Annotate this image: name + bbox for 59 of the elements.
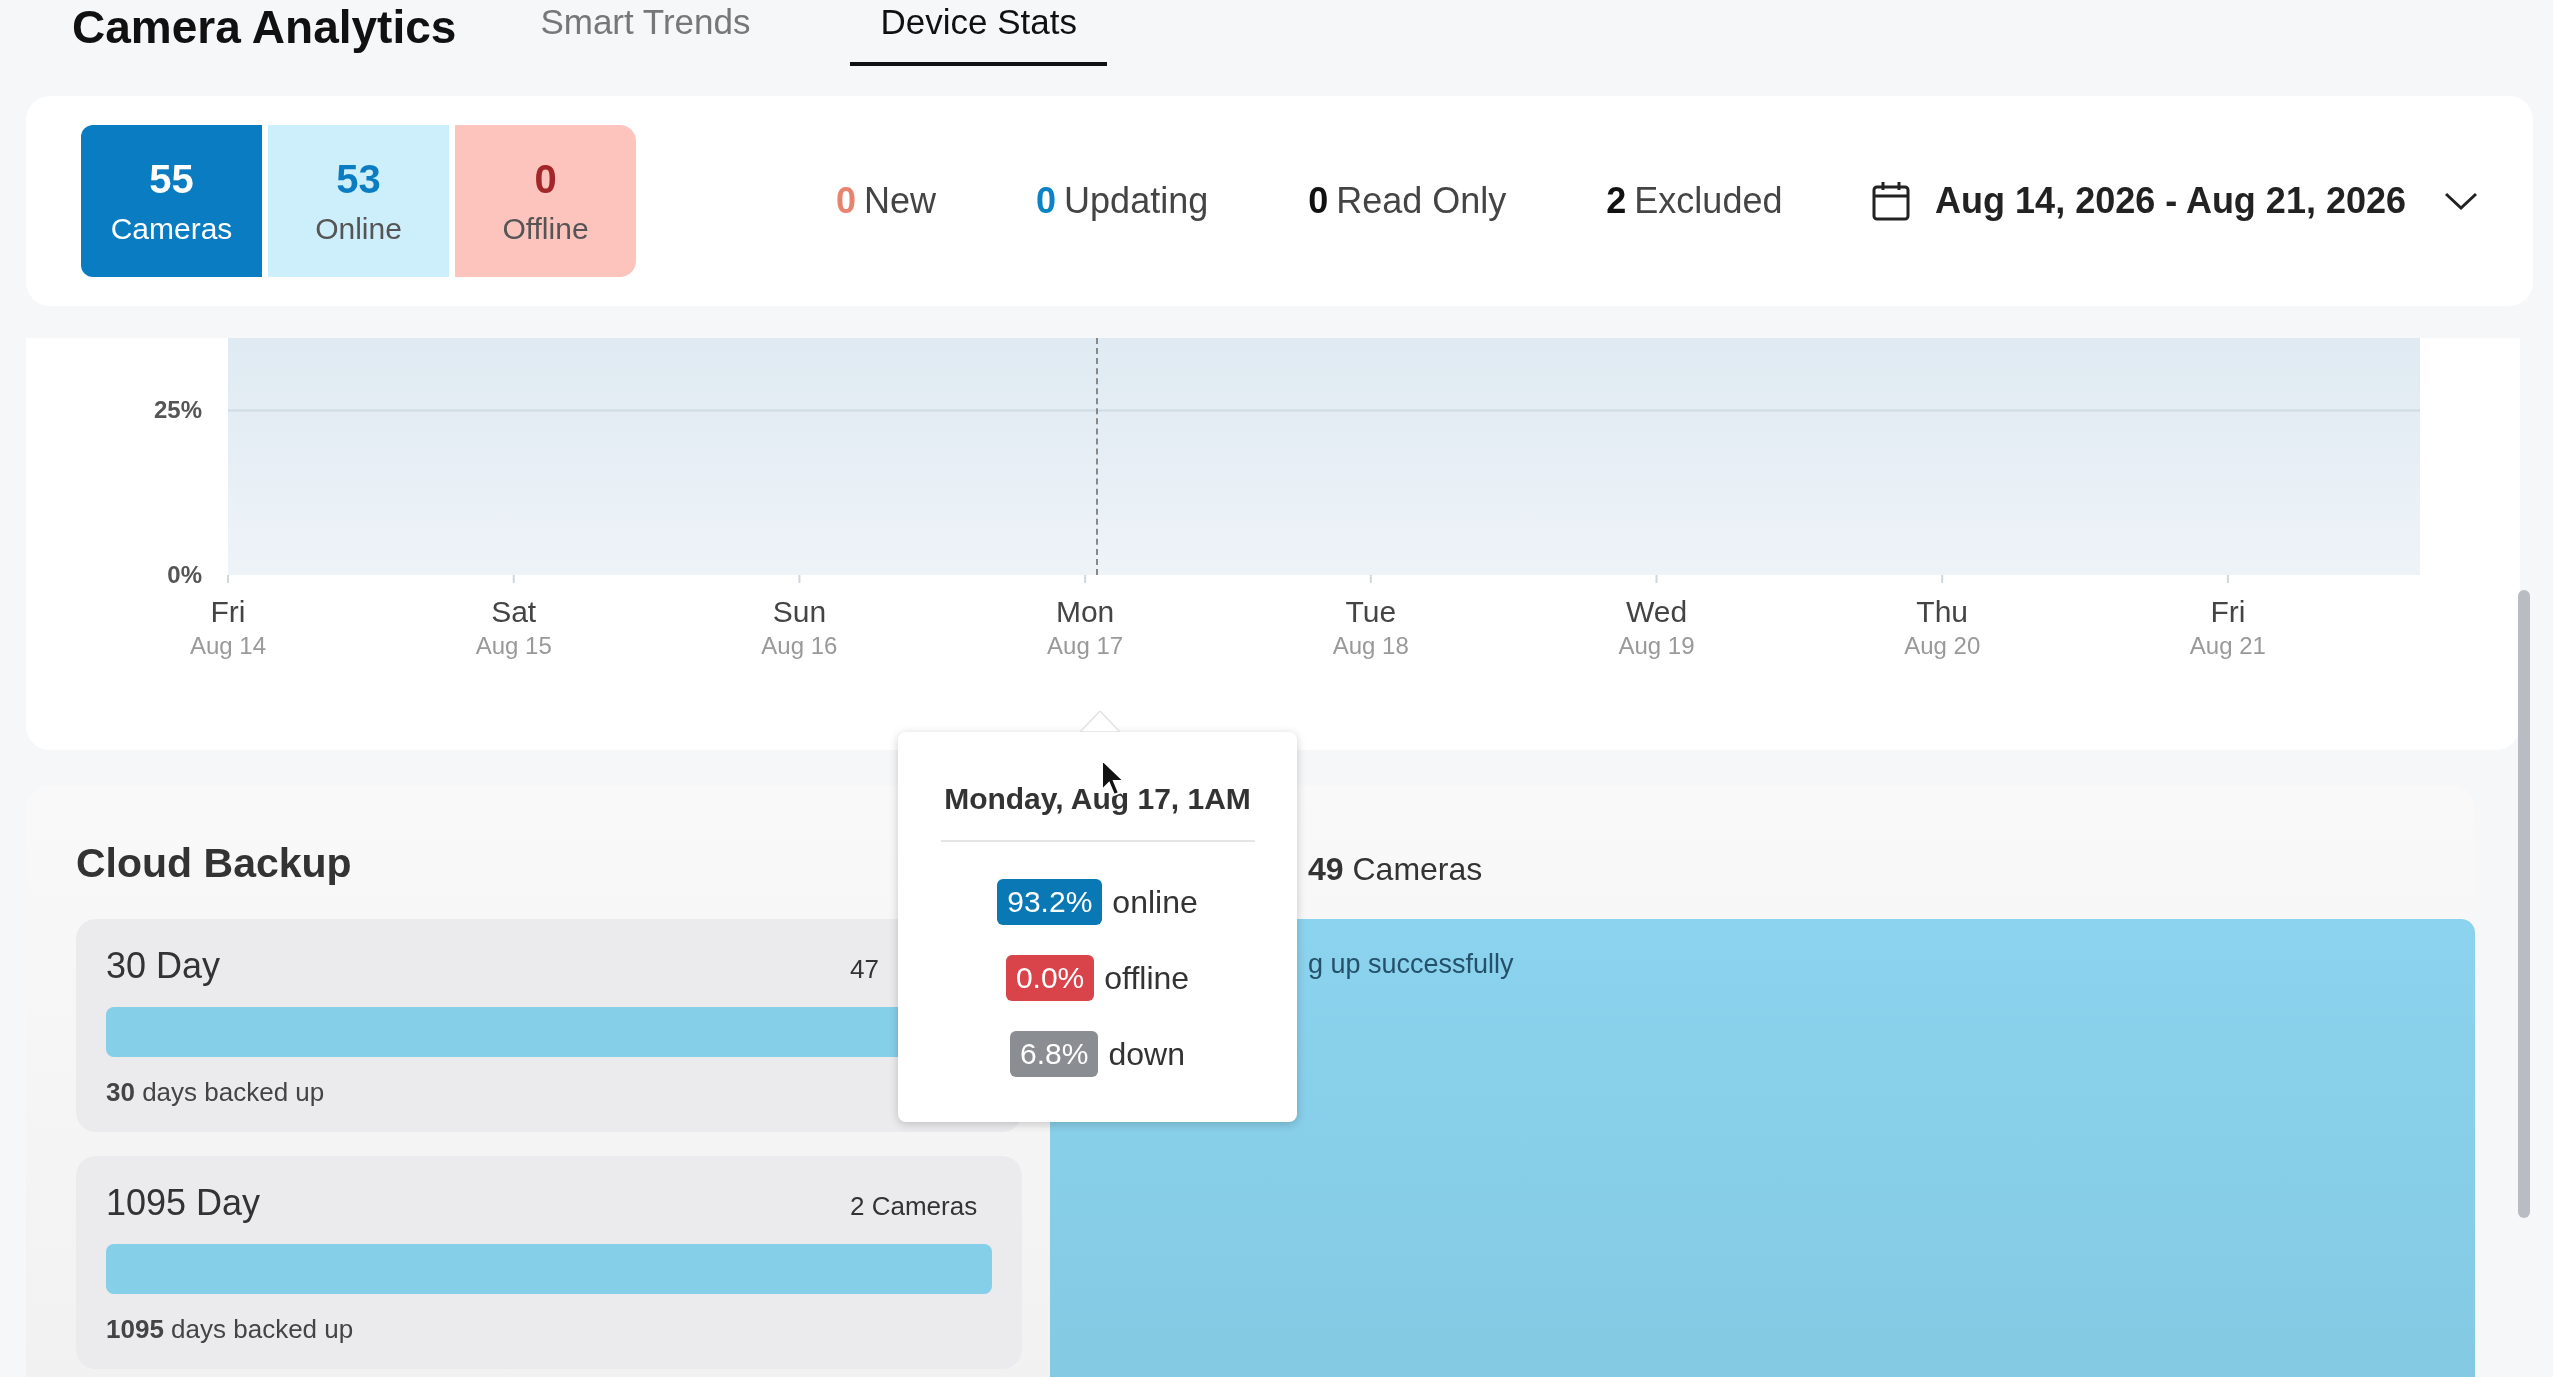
- x-tick-label: Sun: [772, 595, 827, 628]
- plan-name: 1095 Day: [106, 1182, 261, 1224]
- x-tick-label: Fri: [2210, 595, 2246, 628]
- calendar-icon: [1871, 180, 1912, 222]
- series-label: online: [1112, 883, 1198, 921]
- value-badge: 6.8%: [1010, 1031, 1099, 1077]
- stat-tile[interactable]: 53 Online: [268, 125, 449, 277]
- stat-value: 53: [336, 156, 381, 202]
- x-tick-label: Mon: [1055, 595, 1115, 628]
- x-tick-date: Aug 15: [475, 632, 552, 659]
- count-value: 0: [1036, 180, 1057, 222]
- x-tick-date: Aug 16: [761, 632, 838, 659]
- count-value: 0: [1308, 180, 1329, 222]
- x-tick-date: Aug 18: [1332, 632, 1409, 659]
- plan-name: 30 Day: [106, 945, 221, 987]
- x-tick-label: Sat: [491, 595, 537, 628]
- plan-note: 1095 days backed up: [106, 1314, 355, 1345]
- count-label: Read Only: [1336, 180, 1507, 222]
- count-label: Excluded: [1634, 180, 1783, 222]
- plan-note: 30 days backed up: [106, 1077, 326, 1108]
- x-tick-label: Fri: [210, 595, 246, 628]
- scrollbar-thumb[interactable]: [2518, 590, 2530, 1218]
- series-label: down: [1108, 1035, 1185, 1073]
- x-tick-date: Aug 17: [1047, 632, 1124, 659]
- x-tick-date: Aug 19: [1618, 632, 1695, 659]
- series-label: offline: [1104, 959, 1190, 997]
- count-label: Updating: [1064, 180, 1209, 222]
- section-title: Cloud Backup: [76, 840, 353, 887]
- backup-plan-card[interactable]: 1095 Day 2 Cameras 1095 days backed up: [76, 1156, 1022, 1369]
- x-tick-date: Aug 14: [189, 632, 267, 659]
- stat-label: Cameras: [110, 211, 233, 246]
- stat-value: 0: [534, 156, 557, 202]
- stat-tile[interactable]: 55 Cameras: [81, 125, 262, 277]
- count-value: 2: [1606, 180, 1627, 222]
- x-tick-label: Wed: [1625, 595, 1688, 628]
- tab[interactable]: Device Stats: [850, 0, 1107, 66]
- stat-label: Offline: [502, 211, 589, 246]
- y-tick-label: 25%: [153, 396, 202, 424]
- x-tick-date: Aug 20: [1904, 632, 1981, 659]
- status-message: g up successfully: [1308, 949, 1514, 979]
- page-title: Camera Analytics: [72, 0, 457, 54]
- value-badge: 0.0%: [1005, 955, 1095, 1001]
- x-tick-label: Thu: [1916, 595, 1969, 628]
- tooltip-title: Monday, Aug 17, 1AM: [944, 782, 1251, 816]
- chevron-down-icon: [2444, 191, 2478, 211]
- count-value: 0: [836, 180, 857, 222]
- value-badge: 93.2%: [997, 879, 1103, 925]
- x-tick-date: Aug 21: [2189, 632, 2266, 659]
- count-label: New: [864, 180, 937, 222]
- x-tick-label: Tue: [1345, 595, 1397, 628]
- stat-value: 55: [149, 156, 194, 202]
- stat-label: Online: [315, 211, 402, 246]
- camera-count: 49 Cameras: [1308, 851, 1484, 889]
- stat-tile[interactable]: 0 Offline: [455, 125, 636, 277]
- tab[interactable]: Smart Trends: [510, 0, 781, 66]
- plan-camera-count: 2 Cameras: [850, 1191, 979, 1222]
- date-range-picker[interactable]: Aug 14, 2026 - Aug 21, 2026: [1871, 180, 2478, 222]
- plan-camera-count: 47: [850, 954, 880, 985]
- y-tick-label: 0%: [167, 561, 202, 588]
